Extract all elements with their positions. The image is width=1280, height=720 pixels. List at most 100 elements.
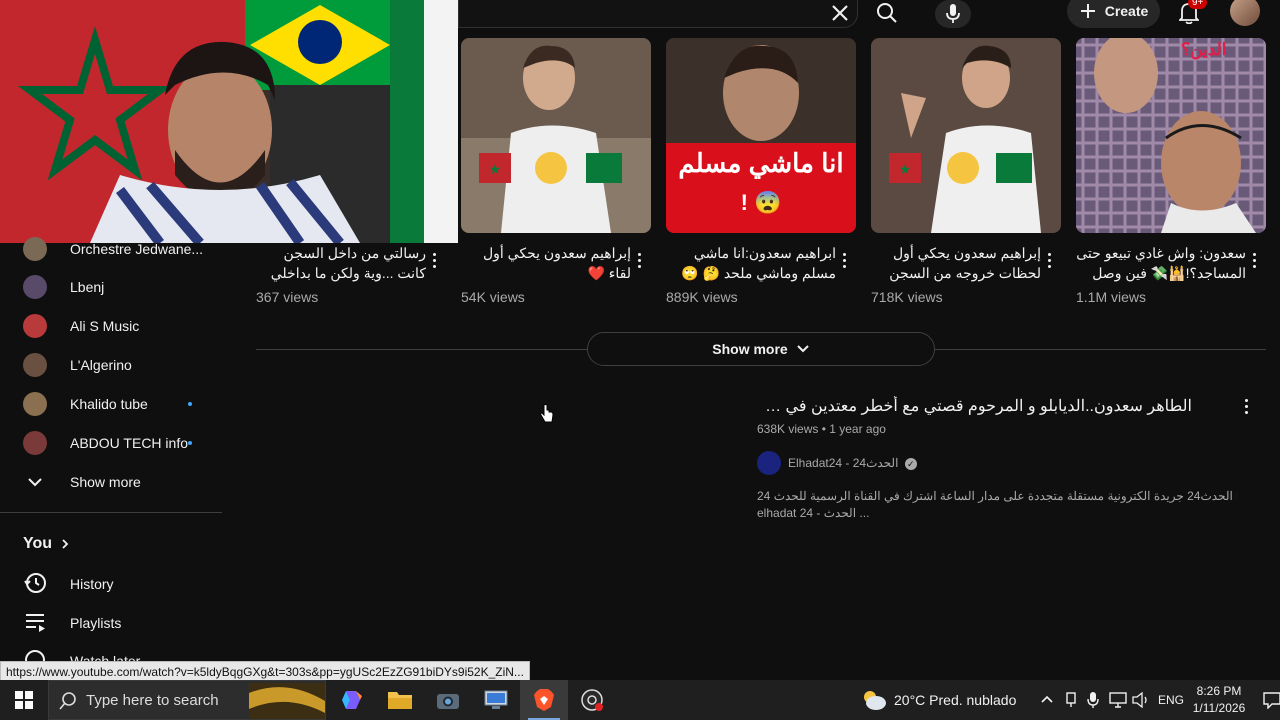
short-views: 718K views — [871, 289, 943, 305]
short-title[interactable]: إبراهيم سعدون يحكي أول لحظات خروجه من ال… — [871, 243, 1041, 283]
weather-text[interactable]: 20°C Pred. nublado — [894, 692, 1016, 708]
clock[interactable]: 8:26 PM 1/11/2026 — [1188, 683, 1250, 717]
short-thumbnail[interactable]: الدين؟ — [1076, 38, 1266, 233]
sidebar-item-playlists[interactable]: Playlists — [0, 603, 222, 642]
short-title[interactable]: سعدون: واش غادي تبيعو حتى المساجد؟!🕌💸 في… — [1076, 243, 1246, 283]
taskbar-app-remote-desktop[interactable] — [472, 680, 520, 720]
taskbar-search-placeholder: Type here to search — [86, 691, 219, 709]
brave-browser-icon — [534, 689, 554, 711]
short-title[interactable]: رسالتي من داخل السجن كانت ...وية ولكن ما… — [256, 243, 426, 283]
svg-text:★: ★ — [899, 161, 912, 177]
more-options-icon[interactable] — [631, 250, 647, 270]
shorts-show-more-button[interactable]: Show more — [587, 332, 935, 366]
svg-text:★: ★ — [489, 161, 502, 177]
short-thumbnail[interactable]: ★ — [871, 38, 1061, 233]
windows-icon — [15, 691, 33, 709]
new-content-dot — [188, 402, 192, 406]
close-icon[interactable] — [822, 0, 858, 26]
sidebar-item-label: History — [70, 576, 114, 592]
history-icon — [24, 573, 46, 593]
channel-avatar — [23, 431, 47, 455]
short-title[interactable]: ابراهيم سعدون:انا ماشي مسلم وماشي ملحد 🤔… — [666, 243, 836, 283]
sidebar-item-label: ABDOU TECH info — [70, 435, 188, 451]
you-label: You — [23, 535, 53, 552]
taskbar-app-camera[interactable] — [424, 680, 472, 720]
sidebar-item-label: Ali S Music — [70, 318, 140, 334]
short-thumbnail[interactable]: انا ماشي مسلم ! 😨 — [666, 38, 856, 233]
divider-line — [935, 349, 1266, 350]
sidebar-you-header[interactable]: You — [0, 524, 222, 563]
usb-device-icon[interactable] — [1064, 692, 1078, 708]
sidebar-show-more-label: Show more — [70, 474, 141, 490]
more-options-icon[interactable] — [426, 250, 442, 270]
taskbar-app-brave[interactable] — [520, 680, 568, 720]
folder-icon — [388, 692, 412, 709]
language-indicator[interactable]: ENG — [1158, 693, 1184, 707]
chevron-right-icon — [62, 539, 69, 549]
short-views: 889K views — [666, 289, 738, 305]
network-icon[interactable] — [1109, 692, 1127, 708]
taskbar-app-file-explorer[interactable] — [376, 680, 424, 720]
top-bar: Create — [458, 0, 1280, 30]
sidebar-item-abdou-tech[interactable]: ABDOU TECH info — [0, 424, 222, 463]
video-description-line: الحدث24 جريدة الكترونية مستقلة متجددة عل… — [757, 489, 1237, 503]
taskbar-app-obs[interactable] — [568, 680, 616, 720]
taskbar-app-copilot[interactable] — [328, 680, 376, 720]
copilot-icon — [342, 691, 362, 709]
short-views: 367 views — [256, 289, 319, 305]
channel-avatar — [23, 392, 47, 416]
webcam-overlay — [0, 0, 458, 243]
windows-start-button[interactable] — [0, 680, 48, 720]
camera-icon — [437, 694, 459, 709]
short-overlay-emoji: ! 😨 — [740, 190, 782, 215]
link-status-url: https://www.youtube.com/watch?v=k5ldyBqg… — [0, 661, 530, 681]
video-description: الحدث24 جريدة الكترونية مستقلة متجددة عل… — [757, 488, 1237, 522]
sidebar-item-label: Orchestre Jedwane... — [70, 241, 204, 257]
taskbar-search-input[interactable]: Type here to search — [48, 680, 326, 720]
short-title[interactable]: إبراهيم سعدون يحكي أول لقاء ❤️ — [461, 243, 631, 283]
sidebar-item-lalgerino[interactable]: L'Algerino — [0, 346, 222, 385]
sidebar-item-label: Playlists — [70, 615, 122, 631]
show-more-label: Show more — [712, 341, 788, 357]
short-views: 1.1M views — [1076, 289, 1147, 305]
short-card[interactable]: ★ إبراهيم سعدون يحكي أول لحظات خروجه من … — [871, 38, 1061, 305]
monitor-icon — [484, 690, 508, 709]
weather-cloud-icon — [864, 691, 886, 710]
sidebar-item-label: Lbenj — [70, 279, 105, 295]
short-overlay-text: انا ماشي مسلم — [678, 148, 844, 178]
sidebar-item-history[interactable]: History — [0, 564, 222, 603]
create-button[interactable]: Create — [1067, 0, 1160, 28]
create-label: Create — [1104, 3, 1149, 19]
channel-name[interactable]: Elhadat24 - الحدث24 ✓ — [788, 456, 917, 470]
search-icon[interactable] — [869, 0, 905, 26]
short-card[interactable]: ★ إبراهيم سعدون يحكي أول لقاء ❤️ 54K vie… — [461, 38, 651, 305]
verified-icon: ✓ — [904, 457, 917, 470]
short-card[interactable]: انا ماشي مسلم ! 😨 ابراهيم سعدون:انا ماشي… — [666, 38, 856, 305]
more-options-icon[interactable] — [1238, 396, 1254, 416]
chevron-up-icon[interactable] — [1040, 694, 1054, 704]
notification-center-icon[interactable] — [1263, 691, 1280, 709]
sidebar-item-khalido-tube[interactable]: Khalido tube — [0, 385, 222, 424]
more-options-icon[interactable] — [1041, 250, 1057, 270]
channel-avatar — [23, 314, 47, 338]
sidebar-item-orchestre[interactable]: Orchestre Jedwane... — [0, 229, 222, 268]
clock-date: 1/11/2026 — [1192, 701, 1246, 715]
search-icon — [59, 692, 76, 710]
search-input[interactable] — [458, 0, 858, 28]
sidebar-item-ali-s-music[interactable]: Ali S Music — [0, 307, 222, 346]
microphone-icon[interactable] — [935, 0, 971, 28]
microphone-in-use-icon[interactable] — [1087, 691, 1099, 709]
sidebar-item-watch-later[interactable]: Watch later — [0, 642, 222, 662]
more-options-icon[interactable] — [836, 250, 852, 270]
short-thumbnail[interactable]: ★ — [461, 38, 651, 233]
sidebar-item-lbenj[interactable]: Lbenj — [0, 268, 222, 307]
sidebar-show-more[interactable]: Show more — [0, 463, 222, 502]
short-card[interactable]: الدين؟ سعدون: واش غادي تبيعو حتى المساجد… — [1076, 38, 1266, 305]
volume-icon[interactable] — [1132, 692, 1150, 708]
channel-avatar — [23, 237, 47, 261]
more-options-icon[interactable] — [1246, 250, 1262, 270]
video-title[interactable]: الطاهر سعدون..الديابلو و المرحوم قصتي مع… — [757, 396, 1192, 418]
channel-avatar[interactable] — [757, 451, 781, 475]
sidebar-item-label: L'Algerino — [70, 357, 132, 373]
short-corner-badge: الدين؟ — [1181, 40, 1227, 59]
